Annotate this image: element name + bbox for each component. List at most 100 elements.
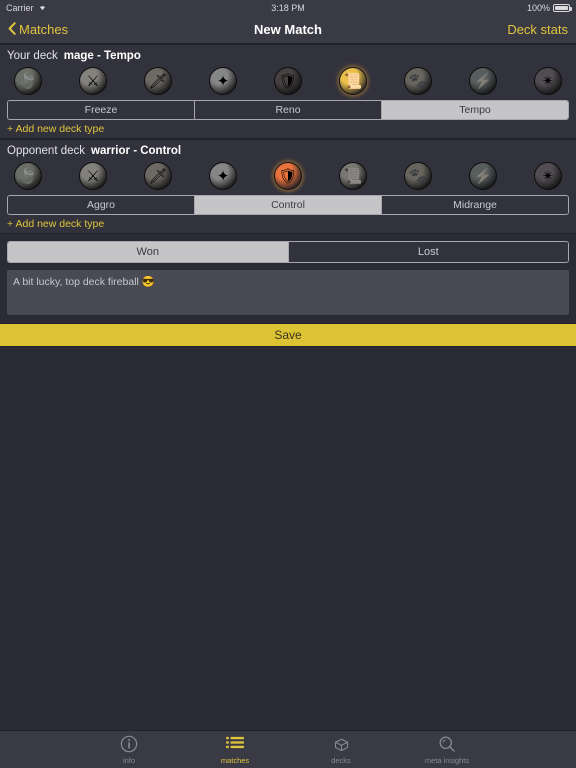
tab-decks[interactable]: decks xyxy=(310,734,372,768)
your-deck-header: Your deck mage - Tempo xyxy=(0,50,576,66)
segment-option-label: Midrange xyxy=(453,199,497,211)
hunter-glyph-icon: 🐾 xyxy=(408,72,428,90)
class-icon-mage[interactable]: 📜 xyxy=(339,67,367,95)
warlock-glyph-icon: ✴ xyxy=(541,167,555,185)
battery-icon xyxy=(553,4,572,12)
status-bar-center: 3:18 PM xyxy=(0,0,576,16)
mage-glyph-icon: 📜 xyxy=(343,167,363,185)
segment-option-reno[interactable]: Reno xyxy=(195,101,382,119)
segment-option-label: Tempo xyxy=(459,104,491,116)
tab-info[interactable]: info xyxy=(98,734,160,768)
opponent-deck-section: Opponent deck warrior - Control 🍃 ⚔ 🗡 ✦ 🛡 📜 🐾 ⚡… xyxy=(0,139,576,234)
opponent-deck-add-type-button[interactable]: + Add new deck type xyxy=(0,215,576,233)
segment-option-control[interactable]: Control xyxy=(195,196,382,214)
opponent-deck-header: Opponent deck warrior - Control xyxy=(0,145,576,161)
druid-glyph-icon: 🍃 xyxy=(18,167,38,185)
warlock-glyph-icon: ✴ xyxy=(541,72,555,90)
class-icon-druid[interactable]: 🍃 xyxy=(14,162,42,190)
class-icon-warrior[interactable]: 🛡 xyxy=(274,67,302,95)
priest-glyph-icon: ✦ xyxy=(216,72,230,90)
form-content: Your deck mage - Tempo 🍃 ⚔ 🗡 ✦ 🛡 📜 🐾 ⚡ ✴ Freeze R… xyxy=(0,44,576,347)
class-icon-priest[interactable]: ✦ xyxy=(209,67,237,95)
class-icon-warlock[interactable]: ✴ xyxy=(534,67,562,95)
chevron-left-icon xyxy=(8,21,16,38)
druid-glyph-icon: 🍃 xyxy=(18,72,38,90)
segment-option-label: Freeze xyxy=(84,104,118,116)
status-bar: Carrier 3:18 PM 100% xyxy=(0,0,576,16)
segment-option-lost[interactable]: Lost xyxy=(288,242,568,262)
opponent-deck-label: Opponent deck xyxy=(7,145,86,157)
tab-label: matches xyxy=(220,756,250,765)
segment-option-midrange[interactable]: Midrange xyxy=(382,196,568,214)
note-input[interactable]: A bit lucky, top deck fireball 😎 xyxy=(7,270,569,315)
segment-option-label: Aggro xyxy=(86,199,116,211)
class-icon-priest[interactable]: ✦ xyxy=(209,162,237,190)
hunter-glyph-icon: 🐾 xyxy=(408,167,428,185)
class-icon-hunter[interactable]: 🐾 xyxy=(404,67,432,95)
shaman-glyph-icon: ⚡ xyxy=(473,167,493,185)
segment-option-label: Reno xyxy=(275,104,301,116)
info-icon xyxy=(120,734,138,754)
segment-option-label: Control xyxy=(271,199,305,211)
your-deck-add-type-button[interactable]: + Add new deck type xyxy=(0,120,576,138)
tab-matches[interactable]: matches xyxy=(204,734,266,768)
tab-bar: info matches decks meta insights xyxy=(0,730,576,768)
class-icon-hunter[interactable]: 🐾 xyxy=(404,162,432,190)
list-icon xyxy=(226,734,244,754)
result-section: Won Lost xyxy=(0,234,576,263)
your-deck-class-row: 🍃 ⚔ 🗡 ✦ 🛡 📜 🐾 ⚡ ✴ xyxy=(0,66,576,100)
segment-option-tempo[interactable]: Tempo xyxy=(382,101,568,119)
deck-stats-button[interactable]: Deck stats xyxy=(507,22,568,37)
search-icon xyxy=(438,734,456,754)
paladin-glyph-icon: ⚔ xyxy=(86,72,100,90)
class-icon-rogue[interactable]: 🗡 xyxy=(144,162,172,190)
priest-glyph-icon: ✦ xyxy=(216,167,230,185)
carrier-label: Carrier xyxy=(6,3,34,13)
clock-label: 3:18 PM xyxy=(271,3,305,13)
tab-label: meta insights xyxy=(424,756,470,765)
class-icon-druid[interactable]: 🍃 xyxy=(14,67,42,95)
rogue-glyph-icon: 🗡 xyxy=(148,167,168,185)
empty-area xyxy=(0,347,576,730)
class-icon-warrior[interactable]: 🛡 xyxy=(274,162,302,190)
result-segment: Won Lost xyxy=(7,241,569,263)
back-button[interactable]: Matches xyxy=(8,21,69,38)
class-icon-shaman[interactable]: ⚡ xyxy=(469,67,497,95)
tab-label: info xyxy=(122,756,136,765)
app-root: Carrier 3:18 PM 100% Matches New Match D… xyxy=(0,0,576,768)
opponent-deck-type-segment: Aggro Control Midrange xyxy=(7,195,569,215)
shaman-glyph-icon: ⚡ xyxy=(473,72,493,90)
class-icon-warlock[interactable]: ✴ xyxy=(534,162,562,190)
tab-meta-insights[interactable]: meta insights xyxy=(416,734,478,768)
your-deck-type-segment: Freeze Reno Tempo xyxy=(7,100,569,120)
warrior-glyph-icon: 🛡 xyxy=(278,72,298,90)
opponent-deck-class-row: 🍃 ⚔ 🗡 ✦ 🛡 📜 🐾 ⚡ ✴ xyxy=(0,161,576,195)
status-bar-left: Carrier xyxy=(6,3,47,13)
class-icon-shaman[interactable]: ⚡ xyxy=(469,162,497,190)
page-title: New Match xyxy=(254,22,322,37)
your-deck-label: Your deck xyxy=(7,50,58,62)
warrior-glyph-icon: 🛡 xyxy=(278,167,298,185)
class-icon-paladin[interactable]: ⚔ xyxy=(79,67,107,95)
class-icon-mage[interactable]: 📜 xyxy=(339,162,367,190)
segment-option-label: Won xyxy=(136,246,159,258)
back-button-label: Matches xyxy=(19,22,69,37)
your-deck-section: Your deck mage - Tempo 🍃 ⚔ 🗡 ✦ 🛡 📜 🐾 ⚡ ✴ Freeze R… xyxy=(0,44,576,139)
segment-option-won[interactable]: Won xyxy=(8,242,289,262)
class-icon-paladin[interactable]: ⚔ xyxy=(79,162,107,190)
status-bar-right: 100% xyxy=(526,3,572,13)
mage-glyph-icon: 📜 xyxy=(343,72,363,90)
wifi-icon xyxy=(38,3,47,13)
your-deck-value: mage - Tempo xyxy=(63,50,141,62)
tab-label: decks xyxy=(331,756,351,765)
save-button[interactable]: Save xyxy=(0,323,576,347)
navigation-bar: Matches New Match Deck stats xyxy=(0,16,576,44)
class-icon-rogue[interactable]: 🗡 xyxy=(144,67,172,95)
paladin-glyph-icon: ⚔ xyxy=(86,167,100,185)
segment-option-freeze[interactable]: Freeze xyxy=(8,101,195,119)
battery-percent-label: 100% xyxy=(526,3,550,13)
opponent-deck-value: warrior - Control xyxy=(91,145,182,157)
segment-option-aggro[interactable]: Aggro xyxy=(8,196,195,214)
rogue-glyph-icon: 🗡 xyxy=(148,72,168,90)
segment-option-label: Lost xyxy=(417,246,439,258)
